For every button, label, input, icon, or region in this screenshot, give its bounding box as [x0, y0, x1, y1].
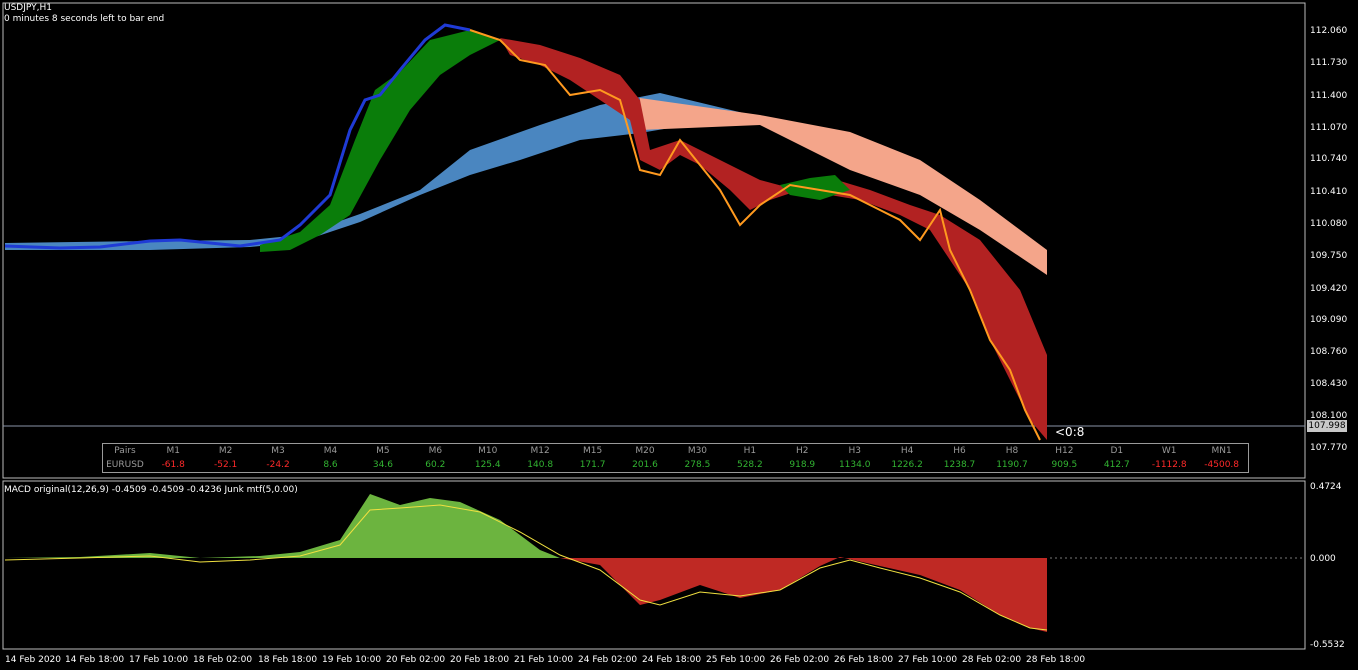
price-label: 109.090 — [1310, 315, 1347, 325]
macd-axis: 0.4724 0.000 -0.5532 — [1310, 482, 1345, 650]
price-label: 109.750 — [1310, 251, 1347, 261]
macd-axis-label: 0.000 — [1310, 554, 1336, 564]
header-cell: M12 — [530, 446, 550, 456]
value-cell: 528.2 — [736, 460, 763, 470]
time-label: 20 Feb 02:00 — [386, 655, 445, 665]
value-cell: 8.6 — [323, 460, 338, 470]
macd-title: MACD original(12,26,9) -0.4509 -0.4509 -… — [4, 485, 298, 495]
time-label: 24 Feb 02:00 — [578, 655, 637, 665]
header-cell: H6 — [953, 446, 966, 456]
header-cell: H12 — [1055, 446, 1074, 456]
header-cell: W1 — [1161, 446, 1177, 456]
countdown-label: <0:8 — [1055, 425, 1085, 439]
price-trace-up — [4, 23, 471, 250]
value-cell: 201.6 — [632, 460, 658, 470]
header-cell: H3 — [848, 446, 861, 456]
fast-ribbon-red — [500, 38, 1047, 440]
price-label: 108.760 — [1310, 347, 1347, 357]
header-cell: M2 — [218, 446, 233, 456]
value-cell: 918.9 — [789, 460, 816, 470]
header-cell: H2 — [796, 446, 809, 456]
value-cell: 909.5 — [1051, 460, 1078, 470]
header-cell: M30 — [687, 446, 708, 456]
time-label: 18 Feb 18:00 — [258, 655, 317, 665]
value-cell: -24.2 — [266, 460, 290, 470]
header-cell: M6 — [428, 446, 443, 456]
price-axis: 112.060 111.730 111.400 111.070 110.740 … — [1310, 26, 1347, 453]
pairs-header-row: Pairs M1 M2 M3 M4 M5 M6 M10 M12 M15 M20 … — [103, 444, 1248, 458]
time-label: 21 Feb 10:00 — [514, 655, 573, 665]
value-cell: -4500.8 — [1204, 460, 1240, 470]
price-label: 109.420 — [1310, 284, 1347, 294]
value-cell: 60.2 — [425, 460, 446, 470]
price-label: 107.770 — [1310, 443, 1347, 453]
time-axis: 14 Feb 2020 14 Feb 18:00 17 Feb 10:00 18… — [5, 655, 1085, 665]
time-label: 14 Feb 18:00 — [65, 655, 124, 665]
value-cell: 278.5 — [684, 460, 711, 470]
time-label: 18 Feb 02:00 — [193, 655, 252, 665]
value-cell: 412.7 — [1103, 460, 1130, 470]
value-cell: 171.7 — [579, 460, 606, 470]
value-cell: 125.4 — [474, 460, 501, 470]
value-cell: -52.1 — [213, 460, 238, 470]
time-label: 17 Feb 10:00 — [129, 655, 188, 665]
macd-axis-label: 0.4724 — [1310, 482, 1342, 492]
time-label: 28 Feb 18:00 — [1026, 655, 1085, 665]
header-cell: H4 — [900, 446, 914, 456]
fast-ribbon-green — [260, 30, 500, 252]
price-label: 108.430 — [1310, 379, 1347, 389]
price-label: 110.080 — [1310, 219, 1347, 229]
header-cell: M5 — [376, 446, 390, 456]
time-label: 20 Feb 18:00 — [450, 655, 509, 665]
bar-timer: 0 minutes 8 seconds left to bar end — [4, 14, 165, 24]
time-label: 19 Feb 10:00 — [322, 655, 381, 665]
value-cell: -1112.8 — [1151, 460, 1187, 470]
header-cell: M15 — [582, 446, 603, 456]
value-cell: 140.8 — [527, 460, 554, 470]
header-cell: H8 — [1005, 446, 1019, 456]
value-cell: 1134.0 — [838, 460, 871, 470]
time-label: 14 Feb 2020 — [5, 655, 61, 665]
header-cell: H1 — [743, 446, 757, 456]
current-price-badge: 107.998 — [1307, 420, 1347, 432]
value-cell: -61.8 — [161, 460, 185, 470]
time-label: 25 Feb 10:00 — [706, 655, 765, 665]
chart-header: USDJPY,H1 0 minutes 8 seconds left to ba… — [4, 3, 164, 25]
price-label: 110.740 — [1310, 154, 1347, 164]
time-label: 24 Feb 18:00 — [642, 655, 701, 665]
price-label: 111.400 — [1310, 91, 1347, 101]
time-label: 26 Feb 18:00 — [834, 655, 893, 665]
symbol-title: USDJPY,H1 — [4, 3, 52, 13]
pairs-strength-table: Pairs M1 M2 M3 M4 M5 M6 M10 M12 M15 M20 … — [102, 443, 1249, 473]
time-label: 27 Feb 10:00 — [898, 655, 957, 665]
price-label: 111.070 — [1310, 123, 1347, 133]
macd-axis-label: -0.5532 — [1310, 640, 1345, 650]
header-cell: Pairs — [114, 446, 136, 456]
price-label: 112.060 — [1310, 26, 1347, 36]
value-cell: 1190.7 — [996, 460, 1028, 470]
pair-name: EURUSD — [106, 460, 144, 470]
macd-hist-up — [5, 494, 560, 558]
header-cell: D1 — [1110, 446, 1124, 456]
value-cell: 1226.2 — [891, 460, 923, 470]
header-cell: M1 — [166, 446, 180, 456]
header-cell: M10 — [478, 446, 498, 456]
value-cell: 1238.7 — [943, 460, 976, 470]
header-cell: MN1 — [1211, 446, 1232, 456]
price-label: 111.730 — [1310, 58, 1347, 68]
time-label: 26 Feb 02:00 — [770, 655, 829, 665]
header-cell: M3 — [271, 446, 285, 456]
price-label: 110.410 — [1310, 187, 1347, 197]
time-label: 28 Feb 02:00 — [962, 655, 1021, 665]
header-cell: M4 — [323, 446, 338, 456]
header-cell: M20 — [635, 446, 655, 456]
value-cell: 34.6 — [372, 460, 393, 470]
chart-canvas[interactable]: 112.060 111.730 111.400 111.070 110.740 … — [0, 0, 1358, 670]
pairs-value-row: EURUSD -61.8 -52.1 -24.2 8.6 34.6 60.2 1… — [103, 458, 1248, 472]
